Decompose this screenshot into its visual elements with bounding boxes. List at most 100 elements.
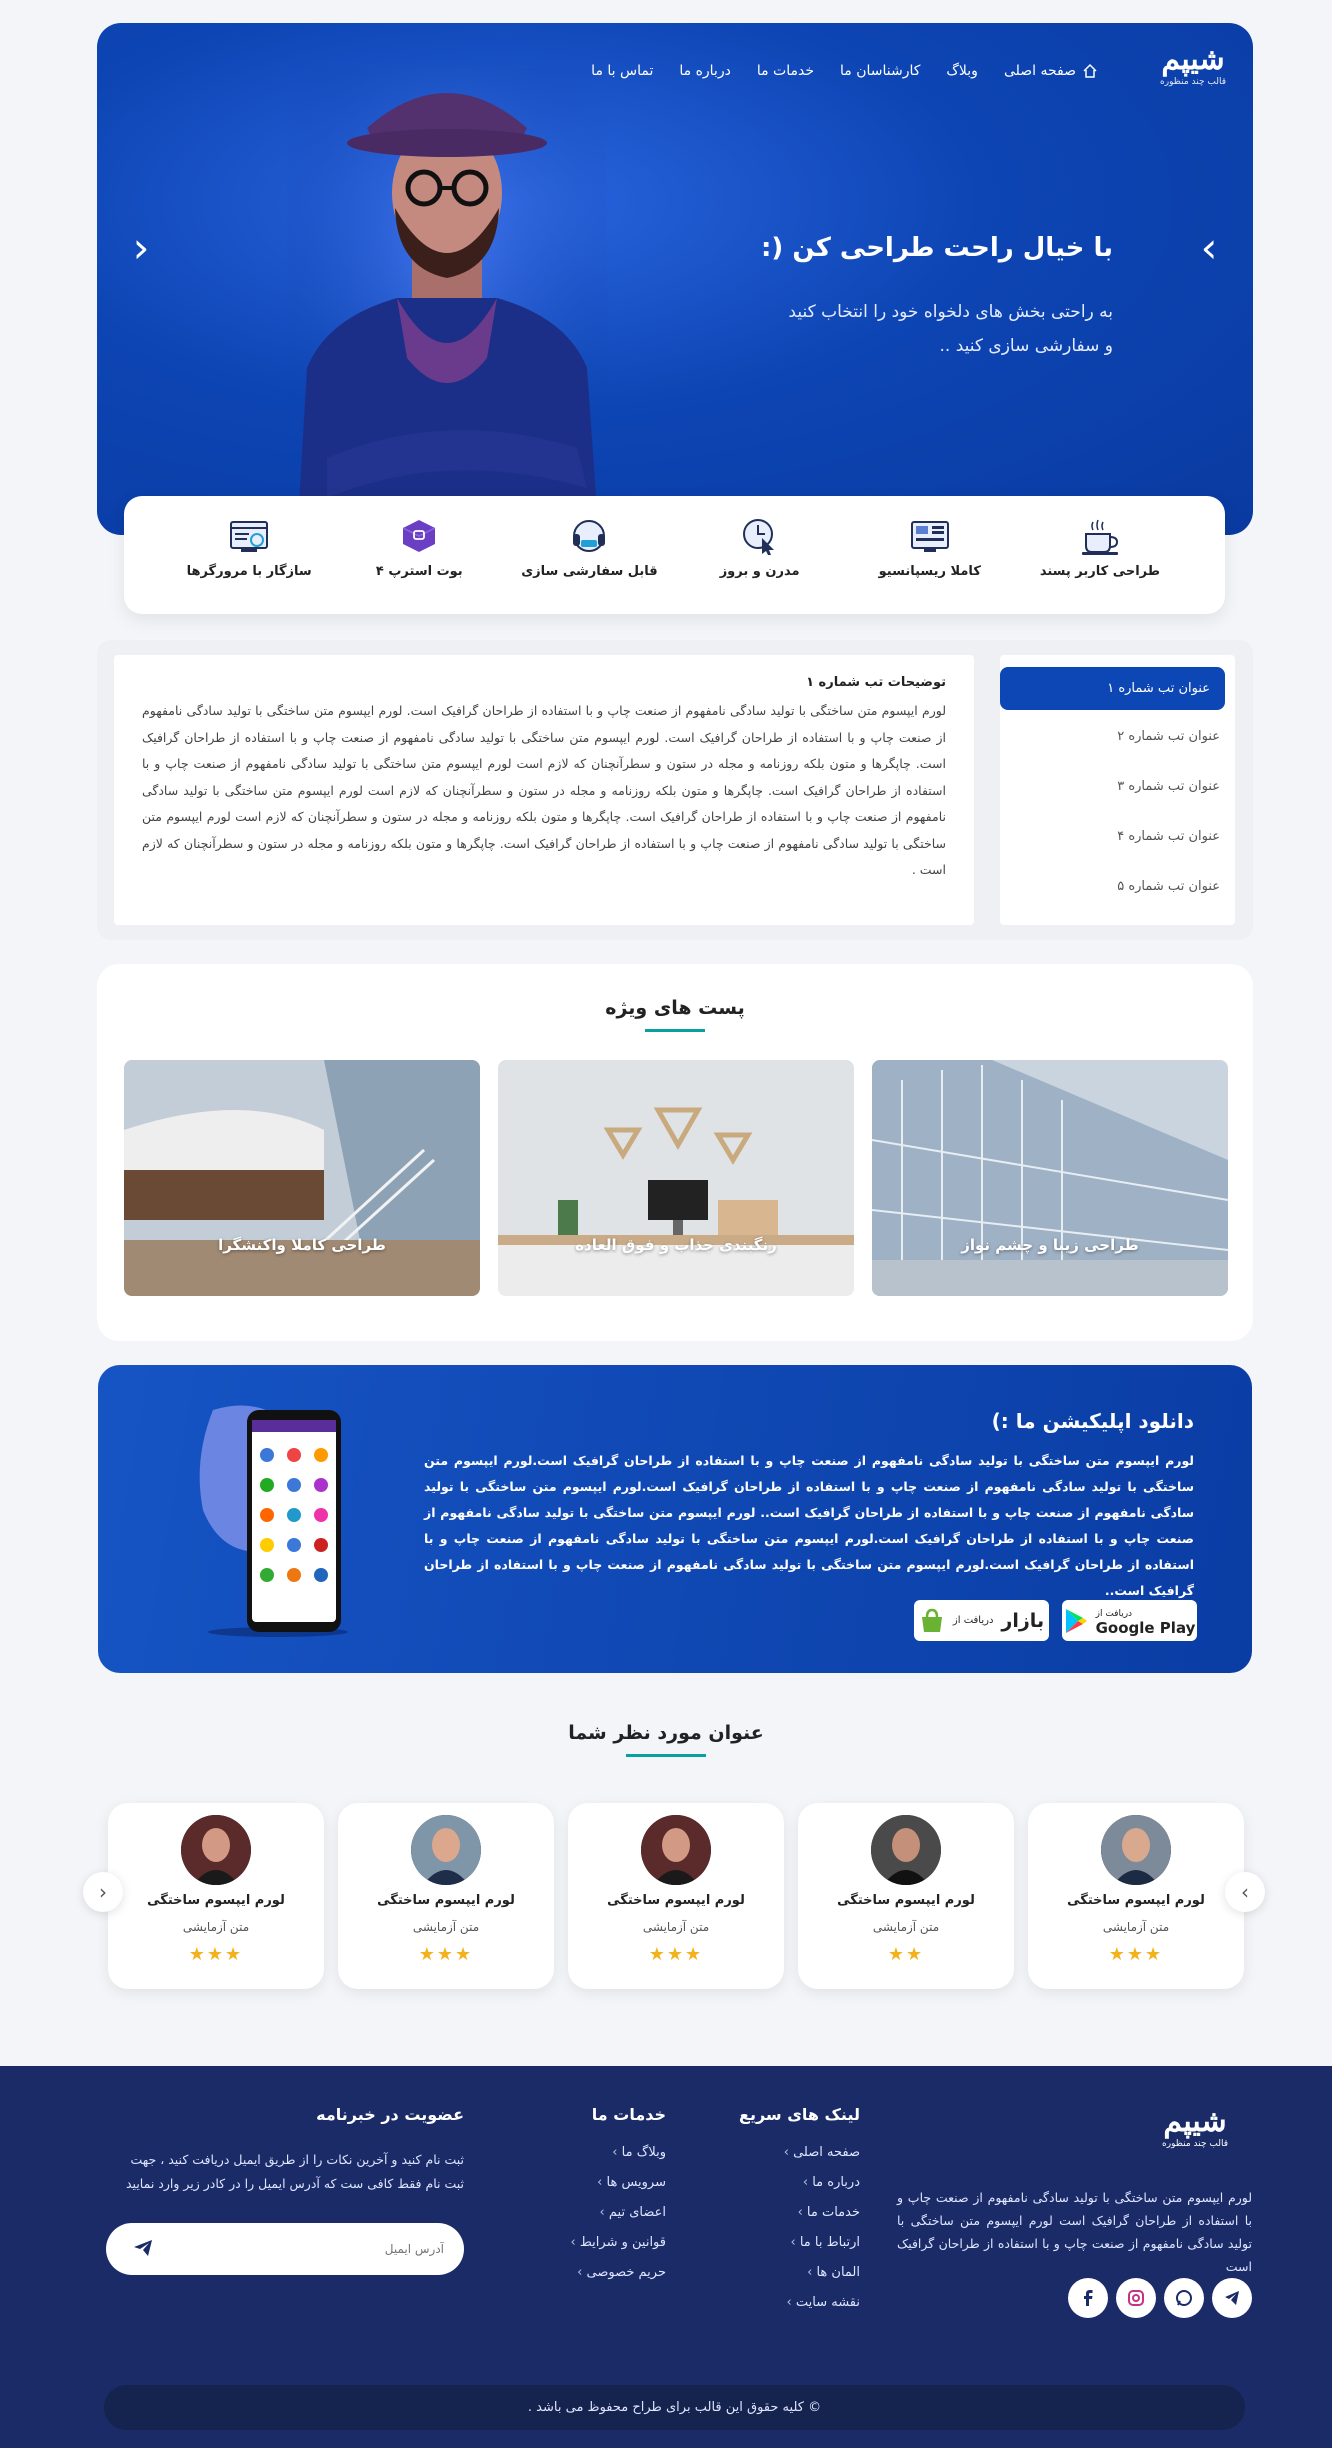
newsletter-title: عضویت در خبرنامه [316, 2105, 464, 2124]
avatar [1101, 1815, 1171, 1885]
post-card[interactable]: رنگبندی جذاب و فوق العاده [498, 1060, 854, 1296]
whatsapp-link[interactable] [1164, 2278, 1204, 2318]
testimonial-role: متن آزمایشی [182, 1920, 250, 1934]
tab-5[interactable]: عنوان تب شماره ۵ [1000, 864, 1235, 914]
footer-link[interactable]: ارتباط با ما [700, 2228, 860, 2258]
bazaar-button[interactable]: بازار دریافت از [914, 1600, 1049, 1641]
instagram-link[interactable] [1116, 2278, 1156, 2318]
tab-content-text: لورم ایپسوم متن ساختگی با تولید سادگی نا… [142, 703, 946, 877]
avatar [411, 1815, 481, 1885]
testimonials-heading: عنوان مورد نظر شما [568, 1722, 764, 1744]
footer-logo-text: شیپم [1163, 2104, 1227, 2139]
nav-experts[interactable]: کارشناسان ما [840, 63, 920, 79]
tab-3[interactable]: عنوان تب شماره ۳ [1000, 764, 1235, 814]
footer-logo[interactable]: شیپم قالب چند منظوره [1162, 2104, 1228, 2150]
chevron-right-icon: › [1241, 1880, 1249, 1904]
slider-prev-button[interactable]: ‹ [121, 227, 161, 269]
newsletter-form [106, 2223, 464, 2275]
testimonials-next-button[interactable]: › [1225, 1872, 1265, 1912]
home-icon [1083, 63, 1097, 78]
footer-link[interactable]: المان ها [700, 2258, 860, 2288]
chevron-left-icon: ‹ [132, 223, 150, 272]
footer-link[interactable]: صفحه اصلی [700, 2138, 860, 2168]
quick-links: لینک های سریع صفحه اصلی درباره ما خدمات … [700, 2105, 860, 2318]
post-image-workspace [498, 1060, 854, 1296]
hero-subtitle-line1: به راحتی بخش های دلخواه خود را انتخاب کن… [788, 302, 1113, 322]
bootstrap-box-icon [402, 520, 436, 552]
tab-4[interactable]: عنوان تب شماره ۴ [1000, 814, 1235, 864]
footer-link[interactable]: اعضای تیم [546, 2198, 666, 2228]
feature-item: بوت استرپ ۴ [349, 516, 489, 579]
footer-link[interactable]: خدمات ما [700, 2198, 860, 2228]
facebook-icon [1084, 2290, 1093, 2306]
star-rating: ★★★ [418, 1944, 474, 1965]
nav-home[interactable]: صفحه اصلی [1004, 63, 1098, 79]
testimonial-name: لورم ایپسوم ساختگی [377, 1893, 515, 1908]
nav-blog[interactable]: وبلاگ [946, 63, 978, 79]
title-underline [626, 1754, 706, 1757]
testimonial-role: متن آزمایشی [1102, 1920, 1170, 1934]
app-description: لورم ایپسوم متن ساختگی با تولید سادگی نا… [424, 1453, 1194, 1598]
feature-label: بوت استرپ ۴ [375, 564, 463, 579]
feature-item: مدرن و بروز [690, 516, 830, 579]
featured-posts-title: پست های ویژه [97, 997, 1253, 1032]
nav-contact[interactable]: تماس با ما [591, 63, 653, 79]
feature-item: قابل سفارشی سازی [519, 516, 659, 579]
hero-person-image [287, 68, 607, 535]
avatar [641, 1815, 711, 1885]
send-icon [134, 2240, 152, 2256]
testimonial-card: لورم ایپسوم ساختگی متن آزمایشی ★★★ [338, 1803, 554, 1989]
footer-link[interactable]: درباره ما [700, 2168, 860, 2198]
hero-subtitle: به راحتی بخش های دلخواه خود را انتخاب کن… [733, 295, 1113, 363]
quick-links-title: لینک های سریع [739, 2105, 860, 2124]
footer-link[interactable]: سرویس ها [546, 2168, 666, 2198]
nav-services[interactable]: خدمات ما [757, 63, 814, 79]
testimonial-card: لورم ایپسوم ساختگی متن آزمایشی ★★★ [108, 1803, 324, 1989]
newsletter-text: ثبت نام کنید و آخرین نکات را از طریق ایم… [125, 2152, 464, 2191]
post-card[interactable]: طراحی کاملا واکنشگرا [124, 1060, 480, 1296]
google-play-icon [1065, 1608, 1087, 1633]
tab-1[interactable]: عنوان تب شماره ۱ [1000, 667, 1225, 710]
clock-cursor-icon [742, 519, 774, 555]
features-bar: طراحی کاربر پسند کاملا ریسپانسیو مدرن و … [124, 496, 1225, 614]
testimonial-name: لورم ایپسوم ساختگی [837, 1893, 975, 1908]
testimonial-name: لورم ایپسوم ساختگی [147, 1893, 285, 1908]
testimonial-card: لورم ایپسوم ساختگی متن آزمایشی ★★★ [568, 1803, 784, 1989]
coffee-cup-icon [1081, 519, 1118, 555]
testimonials-prev-button[interactable]: ‹ [83, 1872, 123, 1912]
star-rating: ★★★ [188, 1944, 244, 1965]
site-logo[interactable]: شیپم قالب چند منظوره [1160, 43, 1226, 88]
testimonial-card: لورم ایپسوم ساختگی متن آزمایشی ★★★ [1028, 1803, 1244, 1989]
post-image-building [872, 1060, 1228, 1296]
copyright-bar: © کلیه حقوق این قالب برای طراح محفوظ می … [104, 2385, 1245, 2430]
footer-link[interactable]: قوانین و شرایط [546, 2228, 666, 2258]
hero-slider: شیپم قالب چند منظوره صفحه اصلی وبلاگ کار… [97, 23, 1253, 535]
app-title: دانلود اپلیکیشن ما :) [991, 1409, 1194, 1433]
post-caption: طراحی کاملا واکنشگرا [218, 1236, 386, 1254]
avatar [181, 1815, 251, 1885]
footer-link[interactable]: نقشه سایت [700, 2288, 860, 2318]
footer-link[interactable]: وبلاگ ما [546, 2138, 666, 2168]
testimonial-role: متن آزمایشی [642, 1920, 710, 1934]
tab-2[interactable]: عنوان تب شماره ۲ [1000, 714, 1235, 764]
footer-link[interactable]: حریم خصوصی [546, 2258, 666, 2288]
chevron-right-icon: › [1200, 223, 1218, 272]
email-input[interactable] [184, 2223, 444, 2275]
facebook-link[interactable] [1068, 2278, 1108, 2318]
social-links [1068, 2278, 1252, 2318]
main-nav: صفحه اصلی وبلاگ کارشناسان ما خدمات ما در… [591, 63, 1098, 79]
post-card[interactable]: طراحی زیبا و چشم نواز [872, 1060, 1228, 1296]
hero-subtitle-line2: و سفارشی سازی کنید .. [939, 336, 1114, 356]
slider-next-button[interactable]: › [1189, 227, 1229, 269]
chevron-left-icon: ‹ [99, 1880, 107, 1904]
title-underline [645, 1029, 705, 1032]
google-play-label: Google Play [1095, 1618, 1196, 1637]
nav-about[interactable]: درباره ما [679, 63, 730, 79]
google-play-button[interactable]: دریافت از Google Play [1062, 1600, 1197, 1641]
telegram-link[interactable] [1212, 2278, 1252, 2318]
newsletter-submit-button[interactable] [132, 2237, 154, 2263]
feature-item: سازگار با مرورگرها [179, 516, 319, 579]
feature-label: مدرن و بروز [719, 564, 800, 579]
bazaar-label: بازار [1001, 1609, 1045, 1632]
testimonial-name: لورم ایپسوم ساختگی [1067, 1893, 1205, 1908]
